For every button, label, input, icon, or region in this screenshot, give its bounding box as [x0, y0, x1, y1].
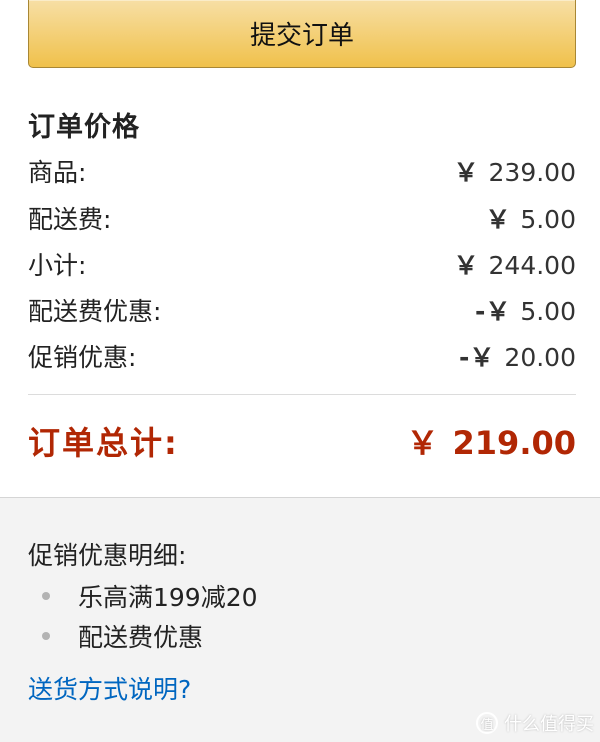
line-value: ￥ 239.00	[454, 153, 577, 189]
line-label: 促销优惠:	[28, 343, 137, 372]
amount: 5.00	[520, 297, 576, 326]
divider	[28, 394, 576, 395]
line-label: 小计:	[28, 251, 87, 280]
bullet-icon	[42, 632, 50, 640]
order-total-label: 订单总计:	[28, 424, 179, 462]
line-value: ￥ 244.00	[454, 246, 577, 282]
promotion-item-label: 乐高满199减20	[78, 583, 258, 612]
line-label: 配送费:	[28, 205, 112, 234]
watermark: 值 什么值得买	[476, 710, 594, 736]
currency-symbol: -￥	[459, 343, 495, 372]
currency-symbol: ￥	[453, 251, 479, 280]
line-value: ￥ 5.00	[485, 200, 576, 236]
amount: 239.00	[488, 158, 576, 187]
currency-symbol: -￥	[474, 297, 511, 326]
line-label: 商品:	[28, 158, 87, 187]
order-total-value: ￥ 219.00	[407, 418, 577, 464]
amount: 5.00	[520, 205, 576, 234]
list-item: 乐高满199减20	[42, 578, 258, 614]
line-row-items: 商品: ￥ 239.00	[28, 151, 576, 191]
order-price-title: 订单价格	[28, 112, 140, 143]
watermark-text: 什么值得买	[504, 714, 594, 735]
promotion-details-panel: 促销优惠明细: 乐高满199减20 配送费优惠 送货方式说明? 值 什么值得买	[0, 497, 600, 742]
watermark-logo-icon: 值	[476, 712, 498, 734]
line-value: -￥ 20.00	[459, 338, 576, 374]
line-row-subtotal: 小计: ￥ 244.00	[28, 244, 576, 284]
amount: 244.00	[488, 251, 576, 280]
line-row-shipping: 配送费: ￥ 5.00	[28, 198, 576, 238]
order-summary-panel: 提交订单 订单价格 商品: ￥ 239.00 配送费: ￥ 5.00 小计: ￥ 24…	[0, 0, 600, 497]
submit-order-button[interactable]: 提交订单	[28, 0, 576, 68]
line-label: 配送费优惠:	[28, 297, 162, 326]
promotion-details-title: 促销优惠明细:	[28, 541, 187, 570]
shipping-method-link[interactable]: 送货方式说明?	[28, 670, 191, 706]
currency-symbol: ￥	[485, 205, 511, 234]
currency-symbol: ￥	[453, 158, 479, 187]
amount: 20.00	[504, 343, 576, 372]
line-row-shipping-discount: 配送费优惠: -￥ 5.00	[28, 290, 576, 330]
line-row-promo-discount: 促销优惠: -￥ 20.00	[28, 336, 576, 376]
list-item: 配送费优惠	[42, 618, 203, 654]
bullet-icon	[42, 592, 50, 600]
amount: 219.00	[452, 424, 576, 462]
order-total-row: 订单总计: ￥ 219.00	[28, 418, 576, 464]
promotion-item-label: 配送费优惠	[78, 623, 204, 652]
currency-symbol: ￥	[406, 424, 439, 462]
line-value: -￥ 5.00	[475, 292, 576, 328]
